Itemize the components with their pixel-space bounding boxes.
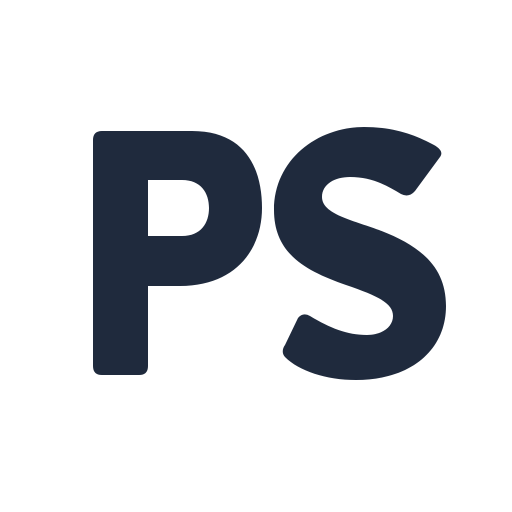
letter-s [274, 127, 446, 380]
ps-monogram-icon [93, 127, 446, 380]
letter-p [93, 131, 262, 375]
logo-canvas [0, 0, 512, 512]
